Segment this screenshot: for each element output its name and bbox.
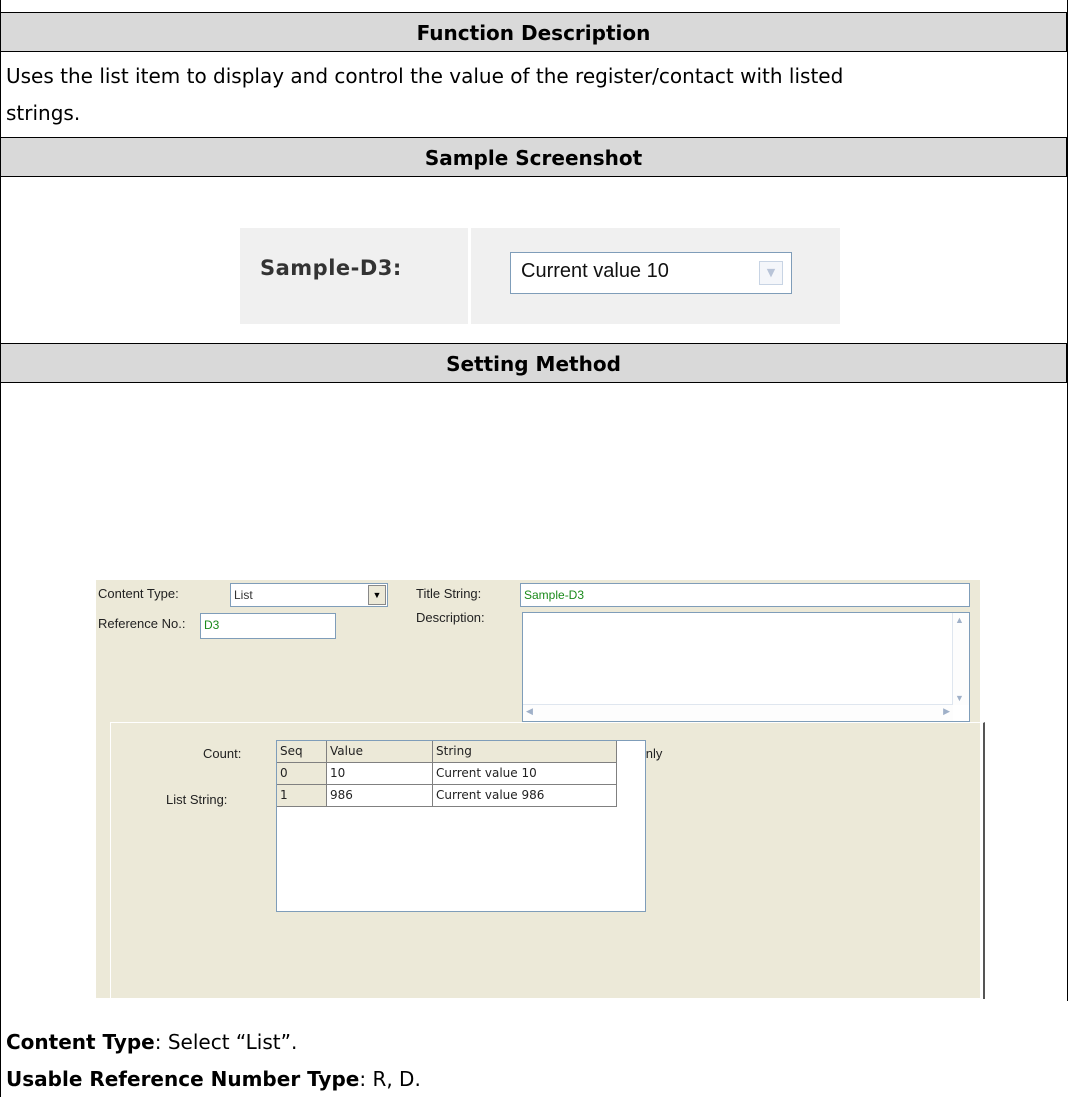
horizontal-scrollbar[interactable]: ◀ ▶	[523, 704, 953, 721]
scroll-left-icon[interactable]: ◀	[526, 706, 533, 717]
chevron-down-icon[interactable]: ▼	[759, 261, 783, 285]
title-string-input[interactable]: Sample-D3	[520, 583, 970, 607]
content-type-label: Content Type:	[98, 586, 179, 601]
grid-row-value[interactable]: 10	[327, 763, 433, 785]
usable-ref-note-rest: : R, D.	[359, 1067, 421, 1091]
grid-header-value[interactable]: Value	[327, 741, 433, 763]
sample-list-select[interactable]: Current value 10 ▼	[510, 252, 792, 294]
description-label: Description:	[416, 610, 485, 625]
function-description-header: Function Description	[0, 12, 1067, 52]
content-type-note-bold: Content Type	[6, 1030, 155, 1054]
sample-screenshot-image: Sample-D3: Current value 10 ▼	[240, 228, 840, 324]
grid-header-seq[interactable]: Seq	[277, 741, 327, 763]
reference-no-label: Reference No.:	[98, 616, 186, 631]
reference-no-input[interactable]: D3	[200, 613, 336, 639]
grid-row-value[interactable]: 986	[327, 785, 433, 807]
scroll-up-icon[interactable]: ▲	[955, 615, 964, 625]
scroll-down-icon[interactable]: ▼	[955, 693, 964, 703]
usable-ref-note-bold: Usable Reference Number Type	[6, 1067, 360, 1091]
grid-row-seq[interactable]: 0	[277, 763, 327, 785]
chevron-down-icon[interactable]: ▼	[368, 585, 386, 605]
grid-row-string[interactable]: Current value 986	[433, 785, 617, 807]
scroll-right-icon[interactable]: ▶	[943, 706, 950, 717]
grid-row-string[interactable]: Current value 10	[433, 763, 617, 785]
content-type-note-rest: : Select “List”.	[154, 1030, 298, 1054]
function-description-line2: strings.	[6, 101, 81, 125]
title-string-label: Title String:	[416, 586, 482, 601]
document-page: Function Description Uses the list item …	[0, 0, 1069, 1097]
function-description-line1: Uses the list item to display and contro…	[6, 64, 844, 88]
list-string-grid[interactable]: Seq Value String 0 10 Current value 10 1…	[276, 740, 646, 912]
vertical-scrollbar[interactable]: ▲ ▼	[952, 613, 969, 705]
sample-label: Sample-D3:	[260, 256, 402, 280]
table-right-border	[1067, 0, 1068, 1001]
sample-screenshot-header: Sample Screenshot	[0, 137, 1067, 177]
grid-header-string[interactable]: String	[433, 741, 617, 763]
setting-method-header: Setting Method	[0, 343, 1067, 383]
description-textarea[interactable]: ▲ ▼ ◀ ▶	[522, 612, 970, 722]
sample-divider	[468, 228, 471, 324]
grid-row-seq[interactable]: 1	[277, 785, 327, 807]
sample-select-value: Current value 10	[521, 260, 669, 282]
content-type-select[interactable]: List ▼	[230, 583, 388, 607]
content-type-note: Content Type: Select “List”.	[6, 1024, 297, 1060]
count-label: Count:	[203, 746, 242, 761]
content-type-value: List	[234, 588, 253, 602]
usable-ref-note: Usable Reference Number Type: R, D.	[6, 1061, 421, 1097]
list-string-label: List String:	[166, 792, 228, 807]
